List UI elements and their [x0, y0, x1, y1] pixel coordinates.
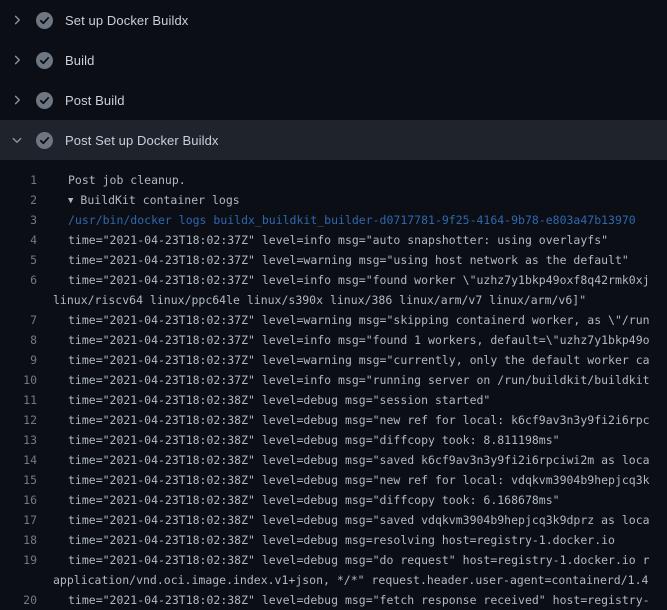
log-line-number[interactable]: 18: [0, 530, 37, 550]
log-line-number[interactable]: 6: [0, 270, 37, 290]
log-line-text: time="2021-04-23T18:02:38Z" level=debug …: [37, 390, 490, 410]
log-line-text: time="2021-04-23T18:02:38Z" level=debug …: [37, 410, 650, 430]
log-line-text: time="2021-04-23T18:02:37Z" level=info m…: [37, 330, 650, 350]
log-line: 18 time="2021-04-23T18:02:38Z" level=deb…: [0, 530, 667, 550]
step-label: Build: [65, 53, 94, 68]
log-line: 5 time="2021-04-23T18:02:37Z" level=warn…: [0, 250, 667, 270]
step-post-build[interactable]: Post Build: [0, 80, 667, 120]
step-post-set-up-docker-buildx[interactable]: Post Set up Docker Buildx: [0, 120, 667, 160]
log-line-text: time="2021-04-23T18:02:38Z" level=debug …: [37, 430, 560, 450]
group-caret-icon[interactable]: ▼: [68, 191, 73, 211]
log-line-number: [0, 570, 37, 590]
log-line-text: application/vnd.oci.image.index.v1+json,…: [37, 570, 648, 590]
log-line-number[interactable]: 5: [0, 250, 37, 270]
log-line: 17 time="2021-04-23T18:02:38Z" level=deb…: [0, 510, 667, 530]
step-list: Set up Docker Buildx Build Post Build Po…: [0, 0, 667, 160]
log-group-title: BuildKit container logs: [80, 193, 239, 207]
log-line-text: time="2021-04-23T18:02:38Z" level=debug …: [37, 450, 650, 470]
log-line-continuation: application/vnd.oci.image.index.v1+json,…: [0, 570, 667, 590]
log-line: 15 time="2021-04-23T18:02:38Z" level=deb…: [0, 470, 667, 490]
log-line-number[interactable]: 10: [0, 370, 37, 390]
log-line-number[interactable]: 20: [0, 590, 37, 610]
log-line-text: time="2021-04-23T18:02:37Z" level=info m…: [37, 370, 650, 390]
log-line: 9 time="2021-04-23T18:02:37Z" level=warn…: [0, 350, 667, 370]
log-line-number[interactable]: 12: [0, 410, 37, 430]
log-line-text: time="2021-04-23T18:02:37Z" level=warnin…: [37, 310, 650, 330]
log-line-number[interactable]: 7: [0, 310, 37, 330]
log-line: 6 time="2021-04-23T18:02:37Z" level=info…: [0, 270, 667, 290]
success-check-icon: [36, 12, 53, 29]
step-label: Set up Docker Buildx: [65, 13, 188, 28]
log-line-number[interactable]: 16: [0, 490, 37, 510]
log-line-number[interactable]: 8: [0, 330, 37, 350]
chevron-down-icon: [10, 133, 24, 147]
log-line-text: time="2021-04-23T18:02:38Z" level=debug …: [37, 530, 615, 550]
log-line-number[interactable]: 14: [0, 450, 37, 470]
log-line: 1 Post job cleanup.: [0, 170, 667, 190]
log-line: 10 time="2021-04-23T18:02:37Z" level=inf…: [0, 370, 667, 390]
log-line-text: linux/riscv64 linux/ppc64le linux/s390x …: [37, 290, 586, 310]
step-set-up-docker-buildx[interactable]: Set up Docker Buildx: [0, 0, 667, 40]
log-line: 4 time="2021-04-23T18:02:37Z" level=info…: [0, 230, 667, 250]
log-line-text: time="2021-04-23T18:02:38Z" level=debug …: [37, 590, 650, 610]
log-line-number[interactable]: 1: [0, 170, 37, 190]
log-line-text: time="2021-04-23T18:02:38Z" level=debug …: [37, 470, 650, 490]
step-build[interactable]: Build: [0, 40, 667, 80]
log-line-number[interactable]: 2: [0, 190, 37, 210]
log-line: 12 time="2021-04-23T18:02:38Z" level=deb…: [0, 410, 667, 430]
log-line-continuation: linux/riscv64 linux/ppc64le linux/s390x …: [0, 290, 667, 310]
log-line-text: time="2021-04-23T18:02:37Z" level=warnin…: [37, 350, 650, 370]
log-line-number[interactable]: 11: [0, 390, 37, 410]
log-output: 1 Post job cleanup. 2 ▼ BuildKit containe…: [0, 160, 667, 610]
log-line-number[interactable]: 4: [0, 230, 37, 250]
step-label: Post Build: [65, 93, 125, 108]
success-check-icon: [36, 132, 53, 149]
log-line-text: time="2021-04-23T18:02:37Z" level=info m…: [37, 230, 608, 250]
log-line-text: time="2021-04-23T18:02:38Z" level=debug …: [37, 490, 560, 510]
step-label: Post Set up Docker Buildx: [65, 133, 219, 148]
log-line-number[interactable]: 19: [0, 550, 37, 570]
log-line: 13 time="2021-04-23T18:02:38Z" level=deb…: [0, 430, 667, 450]
log-line-number: [0, 290, 37, 310]
success-check-icon: [36, 52, 53, 69]
success-check-icon: [36, 92, 53, 109]
log-line-text: time="2021-04-23T18:02:37Z" level=warnin…: [37, 250, 629, 270]
log-line-text: /usr/bin/docker logs buildx_buildkit_bui…: [37, 210, 636, 230]
log-line-text: ▼ BuildKit container logs: [37, 190, 240, 210]
log-line-text: time="2021-04-23T18:02:37Z" level=info m…: [37, 270, 650, 290]
chevron-right-icon: [10, 13, 24, 27]
log-line-number[interactable]: 15: [0, 470, 37, 490]
log-line: 8 time="2021-04-23T18:02:37Z" level=info…: [0, 330, 667, 350]
log-line: 16 time="2021-04-23T18:02:38Z" level=deb…: [0, 490, 667, 510]
log-line-number[interactable]: 17: [0, 510, 37, 530]
log-line: 14 time="2021-04-23T18:02:38Z" level=deb…: [0, 450, 667, 470]
chevron-right-icon: [10, 93, 24, 107]
log-line: 20 time="2021-04-23T18:02:38Z" level=deb…: [0, 590, 667, 610]
log-line-text: Post job cleanup.: [37, 170, 186, 190]
log-line-number[interactable]: 13: [0, 430, 37, 450]
chevron-right-icon: [10, 53, 24, 67]
log-group-toggle[interactable]: 2 ▼ BuildKit container logs: [0, 190, 667, 210]
log-line: 11 time="2021-04-23T18:02:38Z" level=deb…: [0, 390, 667, 410]
log-line-number[interactable]: 3: [0, 210, 37, 230]
log-line: 7 time="2021-04-23T18:02:37Z" level=warn…: [0, 310, 667, 330]
log-line-command: 3 /usr/bin/docker logs buildx_buildkit_b…: [0, 210, 667, 230]
log-line-text: time="2021-04-23T18:02:38Z" level=debug …: [37, 550, 650, 570]
log-line-text: time="2021-04-23T18:02:38Z" level=debug …: [37, 510, 650, 530]
log-line: 19 time="2021-04-23T18:02:38Z" level=deb…: [0, 550, 667, 570]
log-line-number[interactable]: 9: [0, 350, 37, 370]
